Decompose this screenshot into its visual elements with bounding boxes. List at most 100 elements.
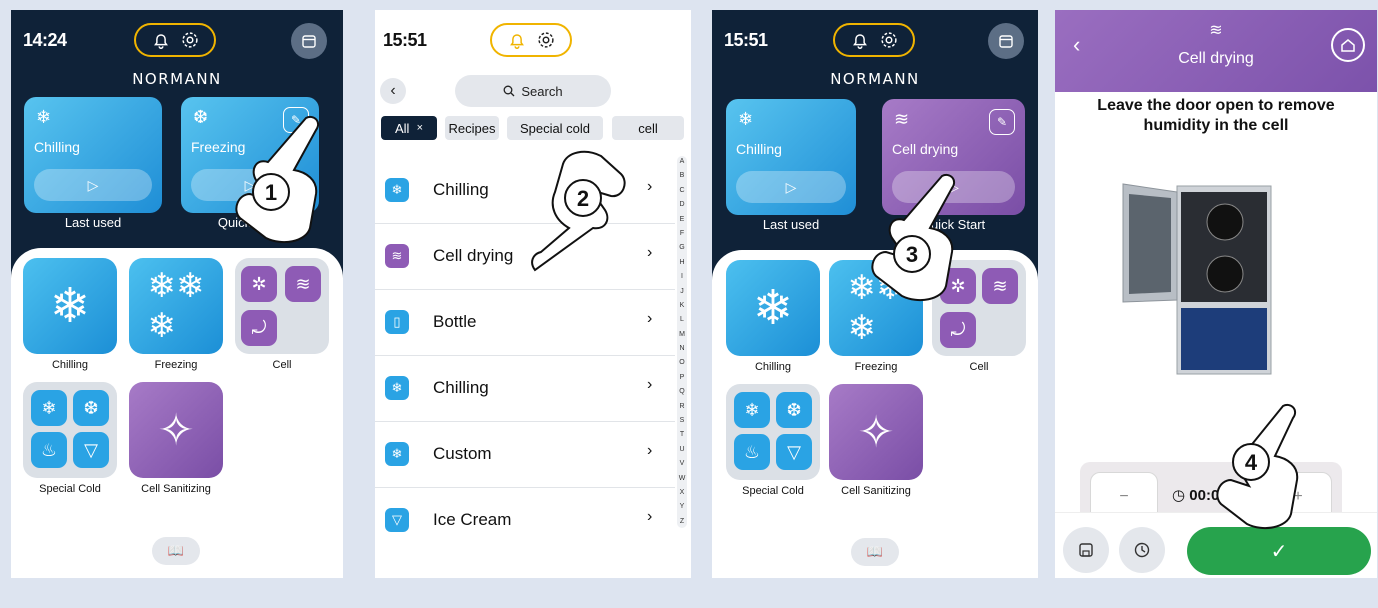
alphabet-letter[interactable]: A — [680, 158, 685, 166]
alphabet-letter[interactable]: B — [680, 172, 685, 180]
alphabet-letter[interactable]: C — [679, 187, 684, 195]
play-button[interactable]: ▷ — [34, 169, 152, 201]
alphabet-letter[interactable]: F — [680, 230, 684, 238]
close-icon[interactable]: × — [417, 122, 423, 134]
notification-settings-pill[interactable] — [490, 23, 572, 57]
play-button[interactable]: ▷ — [736, 171, 846, 203]
gear-icon[interactable] — [878, 29, 900, 51]
tile-chilling[interactable]: ❄ — [726, 260, 820, 356]
alphabet-letter[interactable]: G — [679, 244, 684, 252]
alphabet-letter[interactable]: T — [680, 431, 684, 439]
filter-chip-all[interactable]: All × — [381, 116, 437, 140]
snowflake-icon: ❄ — [734, 392, 770, 428]
tile-freezing[interactable]: ❄❄ ❄ — [129, 258, 223, 354]
screen-home-2: 15:51 NORMANN ❄ Chilling ▷ Last used ≋ C… — [712, 10, 1038, 578]
play-button[interactable]: ▷ — [892, 171, 1015, 203]
tile-cell-sanitizing[interactable]: ✧ — [129, 382, 223, 478]
wind-icon: ≋ — [285, 266, 321, 302]
ice-cream-icon: ▽ — [776, 434, 812, 470]
filter-chip-recipes[interactable]: Recipes — [445, 116, 499, 140]
list-item[interactable]: ▽ Ice Cream › — [375, 488, 675, 554]
timer-text: 00:0 — [1189, 487, 1220, 504]
program-sheet: ❄ Chilling ❄❄ ❄ Freezing ✲ ≋ ⤾ Cell ❄ ❆ ♨… — [712, 250, 1038, 578]
book-icon: 📖 — [866, 544, 884, 559]
alphabet-letter[interactable]: V — [680, 460, 685, 468]
alphabet-letter[interactable]: U — [679, 446, 684, 454]
tile-chilling[interactable]: ❄ — [23, 258, 117, 354]
last-used-card[interactable]: ❄ Chilling ▷ — [726, 99, 856, 215]
alphabet-letter[interactable]: J — [680, 288, 684, 296]
alphabet-letter[interactable]: X — [680, 489, 685, 497]
save-button[interactable] — [1063, 527, 1109, 573]
alphabet-letter[interactable]: K — [680, 302, 685, 310]
chevron-right-icon: › — [647, 310, 653, 327]
calendar-button[interactable] — [291, 23, 327, 59]
tile-special-cold[interactable]: ❄ ❆ ♨ ▽ — [23, 382, 117, 478]
tile-freezing[interactable]: ❄❄ ❄ — [829, 260, 923, 356]
search-button[interactable]: Search — [455, 75, 611, 107]
drop-icon: ♨ — [734, 434, 770, 470]
history-icon — [1134, 542, 1150, 558]
snowflake-icon: ❄ — [738, 109, 754, 129]
edit-icon[interactable]: ✎ — [283, 107, 309, 133]
tile-special-cold[interactable]: ❄ ❆ ♨ ▽ — [726, 384, 820, 480]
tile-cell[interactable]: ✲ ≋ ⤾ — [235, 258, 329, 354]
play-icon: ▷ — [87, 176, 99, 193]
back-button[interactable]: ‹ — [380, 78, 406, 104]
alphabet-letter[interactable]: Y — [680, 503, 685, 511]
list-item[interactable]: ❄ Chilling › — [375, 158, 675, 224]
calendar-icon — [999, 35, 1013, 48]
gear-icon[interactable] — [179, 29, 201, 51]
list-item[interactable]: ▯ Bottle › — [375, 290, 675, 356]
alphabet-letter[interactable]: P — [680, 374, 685, 382]
alphabet-letter[interactable]: Z — [680, 518, 684, 526]
quick-start-card[interactable]: ≋ Cell drying ✎ ▷ — [882, 99, 1025, 215]
list-item[interactable]: ≋ Cell drying › — [375, 224, 675, 290]
tile-label: Special Cold — [39, 483, 101, 495]
last-used-label: Last used — [762, 217, 820, 232]
confirm-button[interactable]: ✓ — [1187, 527, 1371, 575]
alphabet-letter[interactable]: N — [679, 345, 684, 353]
manual-button[interactable]: 📖 — [851, 538, 899, 566]
home-button[interactable] — [1331, 28, 1365, 62]
alphabet-letter[interactable]: O — [679, 359, 684, 367]
play-icon: ▷ — [948, 178, 959, 195]
list-item[interactable]: ❄ Custom › — [375, 422, 675, 488]
bell-icon[interactable] — [849, 29, 871, 51]
alphabet-letter[interactable]: D — [679, 201, 684, 209]
filter-chip-special-cold[interactable]: Special cold — [507, 116, 603, 140]
card-title: Freezing — [191, 139, 246, 155]
alphabet-letter[interactable]: L — [680, 316, 684, 324]
quick-start-card[interactable]: ❆ Freezing ✎ ▷ — [181, 97, 319, 213]
alphabet-letter[interactable]: W — [679, 475, 686, 483]
last-used-card[interactable]: ❄ Chilling ▷ — [24, 97, 162, 213]
bell-icon[interactable] — [506, 29, 528, 51]
tile-cell[interactable]: ✲ ≋ ⤾ — [932, 260, 1026, 356]
notification-settings-pill[interactable] — [134, 23, 216, 57]
alphabet-letter[interactable]: I — [681, 273, 683, 281]
alphabet-letter[interactable]: M — [679, 331, 685, 339]
chevron-left-icon: ‹ — [390, 82, 396, 99]
alphabet-letter[interactable]: H — [679, 259, 684, 267]
filter-chip-cell[interactable]: cell — [612, 116, 684, 140]
home-icon — [1341, 39, 1355, 52]
alphabet-letter[interactable]: Q — [679, 388, 684, 396]
chevron-right-icon: › — [647, 178, 653, 195]
double-snowflake-icon: ❆ — [73, 390, 109, 426]
alphabet-letter[interactable]: R — [679, 403, 684, 411]
tile-cell-sanitizing[interactable]: ✧ — [829, 384, 923, 480]
list-item[interactable]: ❄ Chilling › — [375, 356, 675, 422]
screen-cell-drying: ‹ ≋ Cell drying Leave the door open to r… — [1055, 10, 1377, 578]
gear-icon[interactable] — [535, 29, 557, 51]
tile-label: Cell — [272, 359, 292, 371]
play-button[interactable]: ▷ — [191, 169, 309, 201]
delay-start-button[interactable] — [1119, 527, 1165, 573]
calendar-button[interactable] — [988, 23, 1024, 59]
edit-icon[interactable]: ✎ — [989, 109, 1015, 135]
alphabet-index[interactable]: ABCDEFGHIJKLMNOPQRSTUVWXYZ — [677, 156, 687, 528]
bell-icon[interactable] — [150, 29, 172, 51]
alphabet-letter[interactable]: E — [680, 216, 685, 224]
alphabet-letter[interactable]: S — [680, 417, 685, 425]
manual-button[interactable]: 📖 — [152, 537, 200, 565]
notification-settings-pill[interactable] — [833, 23, 915, 57]
